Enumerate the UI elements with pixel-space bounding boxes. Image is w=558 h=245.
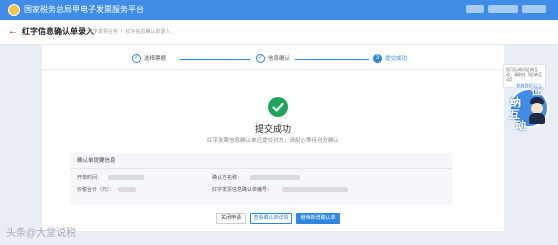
- watermark: 头条@大堂说税: [6, 228, 77, 239]
- arrow-left-icon[interactable]: ←: [8, 25, 18, 39]
- top-bar-blurred-item: [466, 5, 484, 13]
- field-value-redacted: [250, 175, 300, 180]
- close-request-button[interactable]: 关闭申请: [216, 213, 246, 224]
- step-label: 提交成功: [385, 56, 408, 62]
- result-title: 提交成功: [254, 124, 291, 134]
- field-value-redacted: [118, 187, 136, 192]
- step-connector: [180, 59, 250, 60]
- app-title: 国家税务总局甲电子发票服务平台: [24, 5, 144, 14]
- field-label: 价税合计（元）：: [77, 187, 115, 193]
- divider: [42, 69, 504, 70]
- field-value-redacted: [282, 187, 348, 192]
- summary-info-box: 确认单提要信息 开单时间： 确认方名称： 价税合计（元）： 红字发票信息确认单编…: [70, 153, 452, 205]
- step-number-icon: 3: [373, 54, 382, 64]
- check-icon: ✓: [132, 54, 141, 64]
- step-confirm-info: ✓ 信息确认: [256, 54, 290, 64]
- top-bar: 国家税务总局甲电子发票服务平台: [0, 0, 558, 20]
- page-title: 红字信息确认单录入: [22, 27, 94, 36]
- check-circle-icon: [268, 97, 288, 117]
- field-label: 红字发票信息确认单编号：: [212, 187, 273, 193]
- mascot-char: 征: [531, 85, 542, 97]
- top-bar-blurred-item: [488, 5, 518, 13]
- continue-add-button[interactable]: 继续新增确认单: [296, 213, 340, 224]
- field-label: 开单时间：: [77, 175, 103, 181]
- step-select-invoice: ✓ 选择票据: [132, 54, 166, 64]
- field-label: 确认方名称：: [212, 175, 243, 181]
- result-description: 红字发票信息确认单已提交对方，请耐心等待对方确认: [206, 138, 339, 144]
- page-header: ← 红字信息确认单录入 红字发票业务 / 红字信息确认单录入: [0, 20, 558, 45]
- breadcrumb-item[interactable]: 红字发票业务: [88, 29, 118, 35]
- step-submit-success: 3 提交成功: [373, 54, 407, 64]
- step-connector: [295, 59, 369, 60]
- uniform-icon: [529, 113, 545, 124]
- main-panel: ✓ 选择票据 ✓ 信息确认 3 提交成功 提交成功 红字发票信息确认单已提交对方，请耐…: [42, 45, 504, 231]
- step-label: 选择票据: [144, 56, 167, 62]
- breadcrumb-separator: /: [121, 29, 123, 35]
- summary-title: 确认单提要信息: [77, 158, 116, 164]
- mascot-char: 纳: [510, 97, 521, 109]
- tax-emblem-icon: [8, 4, 20, 16]
- breadcrumb: 红字发票业务 / 红字信息确认单录入: [88, 28, 173, 36]
- field-value-redacted: [108, 175, 144, 180]
- check-icon: ✓: [256, 54, 265, 64]
- step-indicator: ✓ 选择票据 ✓ 信息确认 3 提交成功: [42, 49, 504, 71]
- top-bar-blurred-item: [522, 5, 546, 13]
- step-label: 信息确认: [268, 56, 291, 62]
- view-detail-button[interactable]: 查看确认单详情: [250, 213, 292, 224]
- top-bar-user-area[interactable]: [462, 5, 550, 15]
- breadcrumb-item: 红字信息确认单录入: [125, 29, 171, 35]
- mascot-char: 动: [515, 120, 526, 132]
- divider: [70, 168, 452, 169]
- assistant-text: 您可以询问征纳互动，请前往【征纳互动】: [506, 67, 542, 82]
